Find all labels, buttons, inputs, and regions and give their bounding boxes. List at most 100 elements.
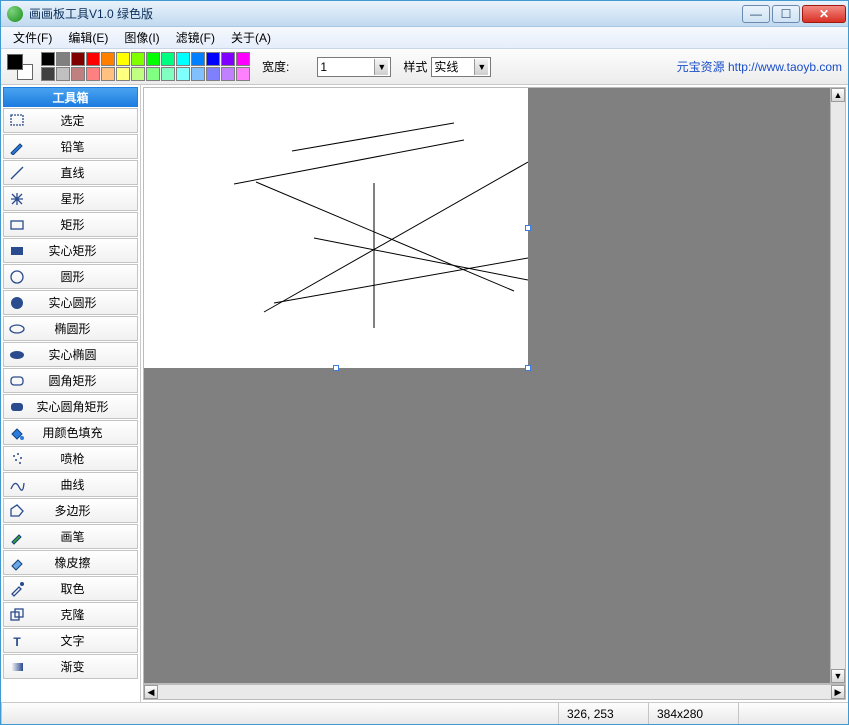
menu-image[interactable]: 图像(I) xyxy=(116,27,167,48)
tool-curve[interactable]: 曲线 xyxy=(3,472,138,497)
fill-icon xyxy=(4,425,30,441)
color-swatch[interactable] xyxy=(56,67,70,81)
line-icon xyxy=(4,165,30,181)
scroll-down-icon[interactable]: ▼ xyxy=(831,669,845,683)
color-swatch[interactable] xyxy=(236,52,250,66)
canvas-area: ▲ ▼ ◀ ▶ xyxy=(141,85,848,702)
drawing-canvas[interactable] xyxy=(144,88,528,368)
tool-label: 铅笔 xyxy=(30,138,137,155)
resize-handle-se[interactable] xyxy=(525,365,531,371)
style-select[interactable]: ▼ xyxy=(431,57,491,77)
color-swatch[interactable] xyxy=(146,67,160,81)
color-swatch[interactable] xyxy=(41,67,55,81)
tool-spray[interactable]: 喷枪 xyxy=(3,446,138,471)
toolbox-header: 工具箱 xyxy=(3,87,138,107)
tool-label: 实心椭圆 xyxy=(30,346,137,363)
chevron-down-icon[interactable]: ▼ xyxy=(474,59,488,75)
color-swatch[interactable] xyxy=(56,52,70,66)
color-swatch[interactable] xyxy=(206,67,220,81)
tool-pencil[interactable]: 铅笔 xyxy=(3,134,138,159)
scrollbar-vertical[interactable]: ▲ ▼ xyxy=(830,87,846,684)
scrollbar-horizontal[interactable]: ◀ ▶ xyxy=(143,684,846,700)
menu-filter[interactable]: 滤镜(F) xyxy=(168,27,223,48)
canvas-viewport[interactable] xyxy=(143,87,846,684)
tool-line[interactable]: 直线 xyxy=(3,160,138,185)
scroll-up-icon[interactable]: ▲ xyxy=(831,88,845,102)
tool-gradient[interactable]: 渐变 xyxy=(3,654,138,679)
minimize-button[interactable]: — xyxy=(742,5,770,23)
color-swatch[interactable] xyxy=(86,67,100,81)
tool-rect[interactable]: 矩形 xyxy=(3,212,138,237)
tool-fillcircle[interactable]: 实心圆形 xyxy=(3,290,138,315)
foreground-color-swatch[interactable] xyxy=(7,54,23,70)
color-swatch[interactable] xyxy=(71,67,85,81)
color-swatch[interactable] xyxy=(101,52,115,66)
source-link[interactable]: 元宝资源 http://www.taoyb.com xyxy=(677,58,842,75)
scroll-right-icon[interactable]: ▶ xyxy=(831,685,845,699)
color-swatch[interactable] xyxy=(131,67,145,81)
menu-bar: 文件(F) 编辑(E) 图像(I) 滤镜(F) 关于(A) xyxy=(1,27,848,49)
chevron-down-icon[interactable]: ▼ xyxy=(374,59,388,75)
color-swatch[interactable] xyxy=(161,52,175,66)
tool-label: 画笔 xyxy=(30,528,137,545)
color-swatch[interactable] xyxy=(191,52,205,66)
tool-ellipse[interactable]: 椭圆形 xyxy=(3,316,138,341)
color-swatch[interactable] xyxy=(221,67,235,81)
tool-circle[interactable]: 圆形 xyxy=(3,264,138,289)
width-select[interactable]: ▼ xyxy=(317,57,391,77)
tool-label: 实心圆形 xyxy=(30,294,137,311)
color-fg-bg[interactable] xyxy=(7,54,33,80)
resize-handle-s[interactable] xyxy=(333,365,339,371)
menu-edit[interactable]: 编辑(E) xyxy=(60,27,116,48)
color-swatch[interactable] xyxy=(116,67,130,81)
fillcircle-icon xyxy=(4,295,30,311)
title-bar[interactable]: 画画板工具V1.0 绿色版 — ☐ ✕ xyxy=(1,1,848,27)
window-title: 画画板工具V1.0 绿色版 xyxy=(29,5,742,22)
tool-label: 圆形 xyxy=(30,268,137,285)
color-swatch[interactable] xyxy=(146,52,160,66)
style-input[interactable] xyxy=(434,59,474,75)
scroll-left-icon[interactable]: ◀ xyxy=(144,685,158,699)
width-input[interactable] xyxy=(320,59,374,75)
status-empty xyxy=(1,703,558,724)
tool-eraser[interactable]: 橡皮擦 xyxy=(3,550,138,575)
color-swatch[interactable] xyxy=(191,67,205,81)
color-swatch[interactable] xyxy=(131,52,145,66)
color-swatch[interactable] xyxy=(101,67,115,81)
circle-icon xyxy=(4,269,30,285)
tool-clone[interactable]: 克隆 xyxy=(3,602,138,627)
tool-select[interactable]: 选定 xyxy=(3,108,138,133)
color-swatch[interactable] xyxy=(236,67,250,81)
roundrect-icon xyxy=(4,373,30,389)
tool-fillellipse[interactable]: 实心椭圆 xyxy=(3,342,138,367)
star-icon xyxy=(4,191,30,207)
maximize-button[interactable]: ☐ xyxy=(772,5,800,23)
tool-fillrect[interactable]: 实心矩形 xyxy=(3,238,138,263)
tool-label: 曲线 xyxy=(30,476,137,493)
tool-fill[interactable]: 用颜色填充 xyxy=(3,420,138,445)
tool-polygon[interactable]: 多边形 xyxy=(3,498,138,523)
tool-label: 用颜色填充 xyxy=(30,424,137,441)
color-swatch[interactable] xyxy=(221,52,235,66)
close-button[interactable]: ✕ xyxy=(802,5,846,23)
menu-about[interactable]: 关于(A) xyxy=(223,27,279,48)
color-swatch[interactable] xyxy=(161,67,175,81)
tool-text[interactable]: T文字 xyxy=(3,628,138,653)
tool-star[interactable]: 星形 xyxy=(3,186,138,211)
tool-brush[interactable]: 画笔 xyxy=(3,524,138,549)
color-swatch[interactable] xyxy=(176,52,190,66)
color-swatch[interactable] xyxy=(176,67,190,81)
tool-picker[interactable]: 取色 xyxy=(3,576,138,601)
color-swatch[interactable] xyxy=(206,52,220,66)
color-swatch[interactable] xyxy=(41,52,55,66)
color-swatch[interactable] xyxy=(71,52,85,66)
status-bar: 326, 253 384x280 xyxy=(1,702,848,724)
status-coords: 326, 253 xyxy=(558,703,648,724)
rect-icon xyxy=(4,217,30,233)
tool-roundrect[interactable]: 圆角矩形 xyxy=(3,368,138,393)
tool-fillroundrect[interactable]: 实心圆角矩形 xyxy=(3,394,138,419)
color-swatch[interactable] xyxy=(86,52,100,66)
color-swatch[interactable] xyxy=(116,52,130,66)
menu-file[interactable]: 文件(F) xyxy=(5,27,60,48)
resize-handle-e[interactable] xyxy=(525,225,531,231)
